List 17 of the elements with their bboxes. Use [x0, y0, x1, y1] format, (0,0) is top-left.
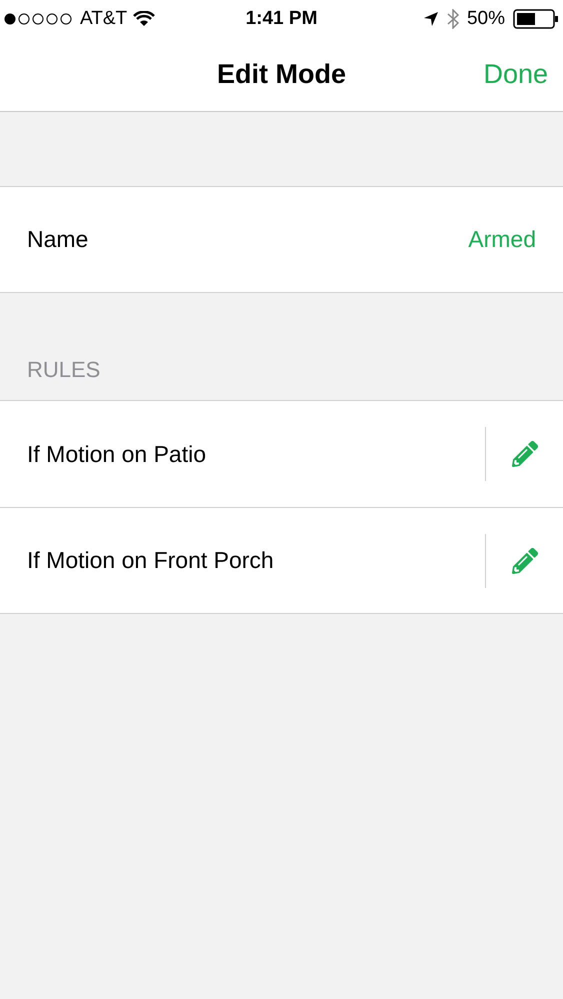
rules-header: RULES: [27, 356, 100, 384]
rule-label[interactable]: If Motion on Front Porch: [27, 543, 485, 578]
pencil-icon: [512, 548, 538, 574]
name-row[interactable]: Name Armed: [0, 186, 563, 293]
battery-icon: [513, 9, 559, 29]
pencil-icon: [512, 441, 538, 467]
name-label: Name: [27, 225, 88, 254]
time-text: 1:41 PM: [246, 6, 318, 31]
battery-percent-text: 50%: [466, 6, 505, 31]
name-value: Armed: [468, 225, 536, 254]
location-arrow-icon: [422, 11, 439, 27]
carrier-text: AT&T: [80, 6, 128, 31]
bluetooth-icon: [446, 9, 459, 29]
page-title: Edit Mode: [217, 58, 346, 92]
signal-icon: [4, 13, 74, 25]
wifi-icon: [133, 11, 156, 27]
rule-label[interactable]: If Motion on Patio: [27, 436, 485, 472]
